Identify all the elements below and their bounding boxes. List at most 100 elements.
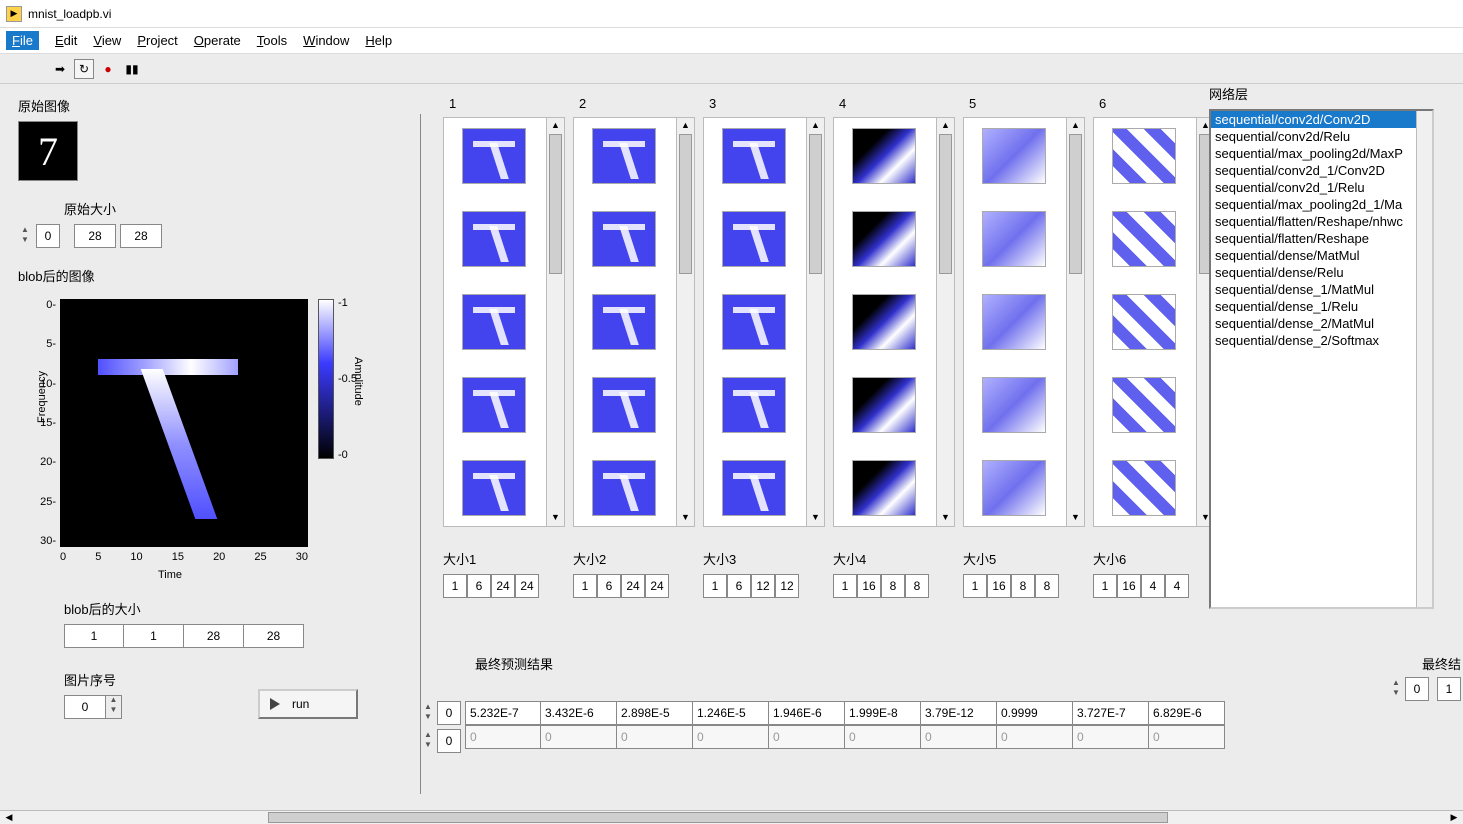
feature-thumb[interactable] xyxy=(450,122,538,189)
size-array[interactable]: 11644 xyxy=(1093,574,1221,598)
feature-thumb[interactable] xyxy=(710,122,798,189)
pred-cell[interactable]: 5.232E-7 xyxy=(465,701,541,725)
feature-thumb[interactable] xyxy=(1100,288,1188,355)
layer-item[interactable]: sequential/max_pooling2d_1/Ma xyxy=(1211,196,1432,213)
size-cell[interactable]: 24 xyxy=(645,574,669,598)
size-array[interactable]: 162424 xyxy=(443,574,571,598)
menu-file[interactable]: File xyxy=(6,31,39,50)
blob-size-array[interactable]: 1 1 28 28 xyxy=(64,624,402,648)
size-cell[interactable]: 1 xyxy=(573,574,597,598)
pred-cell[interactable]: 3.727E-7 xyxy=(1073,701,1149,725)
pred-cell[interactable]: 3.79E-12 xyxy=(921,701,997,725)
feature-thumb[interactable] xyxy=(970,455,1058,522)
menu-edit[interactable]: Edit xyxy=(55,33,77,48)
right-result-val[interactable]: 1 xyxy=(1437,677,1461,701)
size-cell[interactable]: 1 xyxy=(1093,574,1117,598)
layers-listbox[interactable]: sequential/conv2d/Conv2Dsequential/conv2… xyxy=(1209,109,1434,609)
feature-thumb[interactable] xyxy=(1100,205,1188,272)
feature-thumb[interactable] xyxy=(840,288,928,355)
pred-cell[interactable]: 0.9999 xyxy=(997,701,1073,725)
size-cell[interactable]: 16 xyxy=(857,574,881,598)
size-cell[interactable]: 1 xyxy=(963,574,987,598)
size-cell[interactable]: 12 xyxy=(751,574,775,598)
feature-thumb[interactable] xyxy=(710,372,798,439)
size-cell[interactable]: 1 xyxy=(833,574,857,598)
pred-cell[interactable]: 1.999E-8 xyxy=(845,701,921,725)
size-cell[interactable]: 4 xyxy=(1141,574,1165,598)
menu-window[interactable]: Window xyxy=(303,33,349,48)
column-scrollbar[interactable]: ▲▼ xyxy=(807,117,825,527)
feature-thumb[interactable] xyxy=(1100,372,1188,439)
pred-cell[interactable]: 2.898E-5 xyxy=(617,701,693,725)
menu-tools[interactable]: Tools xyxy=(257,33,287,48)
pred-idx2[interactable]: 0 xyxy=(437,729,461,753)
feature-thumb[interactable] xyxy=(580,288,668,355)
feature-thumb[interactable] xyxy=(840,122,928,189)
pred-idx1-spinner[interactable]: ▲▼ xyxy=(421,703,435,723)
feature-thumb[interactable] xyxy=(580,205,668,272)
feature-thumb[interactable] xyxy=(970,122,1058,189)
feature-thumb[interactable] xyxy=(970,205,1058,272)
column-scrollbar[interactable]: ▲▼ xyxy=(937,117,955,527)
size-cell[interactable]: 1 xyxy=(443,574,467,598)
column-scrollbar[interactable]: ▲▼ xyxy=(1067,117,1085,527)
image-index-field[interactable]: 0 xyxy=(64,695,106,719)
feature-thumb[interactable] xyxy=(840,205,928,272)
horizontal-scrollbar[interactable]: ◀ ▶ xyxy=(0,810,1463,824)
layer-item[interactable]: sequential/dense_2/Softmax xyxy=(1211,332,1432,349)
layer-item[interactable]: sequential/dense_1/Relu xyxy=(1211,298,1432,315)
intensity-graph[interactable]: 0-5-10-15-20-25-30- Frequency 0510152025… xyxy=(18,291,378,581)
orig-size-h[interactable]: 28 xyxy=(120,224,162,248)
size-cell[interactable]: 4 xyxy=(1165,574,1189,598)
run-continuous-icon[interactable]: ↻ xyxy=(74,59,94,79)
size-cell[interactable]: 6 xyxy=(467,574,491,598)
layer-item[interactable]: sequential/conv2d/Relu xyxy=(1211,128,1432,145)
feature-thumb[interactable] xyxy=(450,372,538,439)
orig-size-index-spinner[interactable]: ▲▼ xyxy=(18,226,32,246)
size-cell[interactable]: 24 xyxy=(621,574,645,598)
feature-thumb[interactable] xyxy=(970,372,1058,439)
feature-thumb[interactable] xyxy=(580,372,668,439)
feature-thumb[interactable] xyxy=(450,288,538,355)
size-cell[interactable]: 12 xyxy=(775,574,799,598)
scroll-left-icon[interactable]: ◀ xyxy=(0,811,18,824)
size-cell[interactable]: 16 xyxy=(987,574,1011,598)
feature-thumb[interactable] xyxy=(450,205,538,272)
pred-cell[interactable]: 1.946E-6 xyxy=(769,701,845,725)
size-cell[interactable]: 6 xyxy=(727,574,751,598)
orig-size-w[interactable]: 28 xyxy=(74,224,116,248)
image-index-spinner[interactable]: ▲▼ xyxy=(106,695,122,719)
layer-item[interactable]: sequential/conv2d/Conv2D xyxy=(1211,111,1432,128)
orig-size-index[interactable]: 0 xyxy=(36,224,60,248)
layer-item[interactable]: sequential/flatten/Reshape/nhwc xyxy=(1211,213,1432,230)
size-cell[interactable]: 1 xyxy=(703,574,727,598)
size-cell[interactable]: 6 xyxy=(597,574,621,598)
layer-item[interactable]: sequential/dense_1/MatMul xyxy=(1211,281,1432,298)
layer-item[interactable]: sequential/flatten/Reshape xyxy=(1211,230,1432,247)
size-cell[interactable]: 24 xyxy=(515,574,539,598)
feature-thumb[interactable] xyxy=(1100,455,1188,522)
size-array[interactable]: 11688 xyxy=(963,574,1091,598)
layer-item[interactable]: sequential/conv2d_1/Relu xyxy=(1211,179,1432,196)
size-cell[interactable]: 8 xyxy=(905,574,929,598)
size-array[interactable]: 161212 xyxy=(703,574,831,598)
column-scrollbar[interactable]: ▲▼ xyxy=(547,117,565,527)
pred-cell[interactable]: 6.829E-6 xyxy=(1149,701,1225,725)
size-cell[interactable]: 8 xyxy=(1035,574,1059,598)
scroll-right-icon[interactable]: ▶ xyxy=(1445,811,1463,824)
scroll-thumb[interactable] xyxy=(268,812,1168,823)
pause-icon[interactable]: ▮▮ xyxy=(122,59,142,79)
size-cell[interactable]: 16 xyxy=(1117,574,1141,598)
size-cell[interactable]: 8 xyxy=(1011,574,1035,598)
feature-thumb[interactable] xyxy=(580,455,668,522)
abort-icon[interactable]: ● xyxy=(98,59,118,79)
pred-idx1[interactable]: 0 xyxy=(437,701,461,725)
feature-thumb[interactable] xyxy=(840,372,928,439)
feature-thumb[interactable] xyxy=(710,205,798,272)
feature-thumb[interactable] xyxy=(580,122,668,189)
right-result-spinner[interactable]: ▲▼ xyxy=(1389,679,1403,699)
layer-item[interactable]: sequential/dense/MatMul xyxy=(1211,247,1432,264)
size-cell[interactable]: 24 xyxy=(491,574,515,598)
pred-idx2-spinner[interactable]: ▲▼ xyxy=(421,731,435,751)
layers-scrollbar[interactable] xyxy=(1416,111,1432,607)
